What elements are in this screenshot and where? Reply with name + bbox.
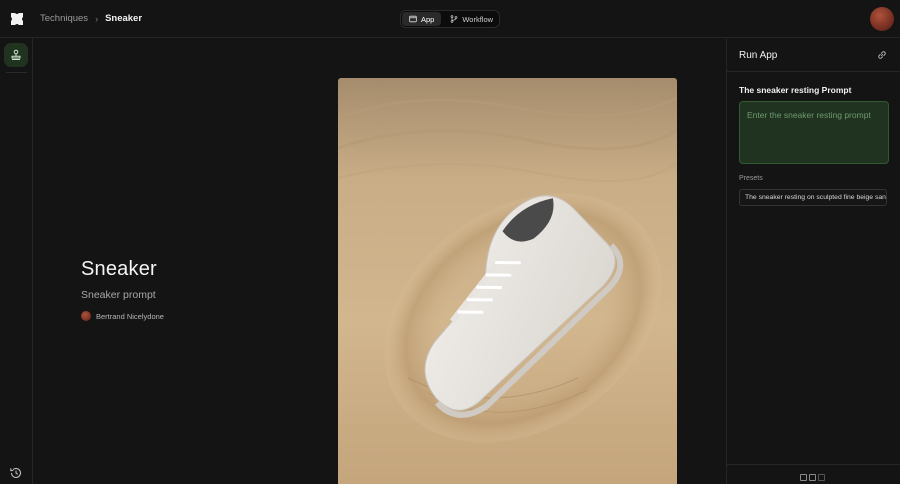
presets-label: Presets: [739, 175, 763, 182]
left-rail: [0, 38, 33, 484]
sneaker-photo: [338, 78, 677, 484]
app-title: Sneaker: [81, 258, 157, 280]
grid-icon[interactable]: [809, 474, 816, 481]
main-content: Sneaker Sneaker prompt Bertrand Nicelydo…: [34, 39, 725, 484]
window-icon: [409, 15, 417, 23]
mode-toggle: App Workflow: [400, 10, 500, 28]
author[interactable]: Bertrand Nicelydone: [81, 311, 164, 321]
stamp-icon: [11, 49, 21, 60]
user-avatar[interactable]: [870, 7, 894, 31]
app-subtitle: Sneaker prompt: [81, 289, 156, 301]
breadcrumb-techniques[interactable]: Techniques: [40, 13, 88, 24]
prompt-label: The sneaker resting Prompt: [739, 85, 852, 95]
panel-footer-divider: [727, 464, 900, 465]
breadcrumb-current: Sneaker: [105, 13, 143, 24]
preset-chip[interactable]: The sneaker resting on sculpted fine bei…: [739, 189, 887, 206]
stamp-nav-button[interactable]: [4, 43, 28, 67]
panel-header: Run App: [727, 39, 900, 72]
link-icon[interactable]: [877, 50, 887, 60]
branch-icon: [451, 15, 458, 23]
breadcrumb: Techniques › Sneaker: [40, 13, 142, 24]
prompt-input[interactable]: [739, 101, 889, 164]
author-name: Bertrand Nicelydone: [96, 311, 164, 321]
grid-icon[interactable]: [818, 474, 825, 481]
tab-workflow[interactable]: Workflow: [443, 12, 500, 26]
grid-icon[interactable]: [800, 474, 807, 481]
history-icon[interactable]: [9, 466, 23, 480]
top-bar: Techniques › Sneaker App Workflow: [0, 0, 900, 38]
tab-workflow-label: Workflow: [462, 14, 494, 24]
tab-app[interactable]: App: [402, 12, 442, 26]
panel-title: Run App: [739, 50, 778, 61]
logo-icon[interactable]: [10, 12, 24, 26]
layout-switcher: [800, 474, 825, 481]
result-image[interactable]: [338, 78, 677, 484]
rail-divider: [6, 72, 27, 73]
tab-app-label: App: [421, 14, 435, 24]
run-app-panel: Run App The sneaker resting Prompt Prese…: [726, 39, 900, 484]
author-avatar: [81, 311, 91, 321]
chevron-right-icon: ›: [95, 13, 99, 24]
